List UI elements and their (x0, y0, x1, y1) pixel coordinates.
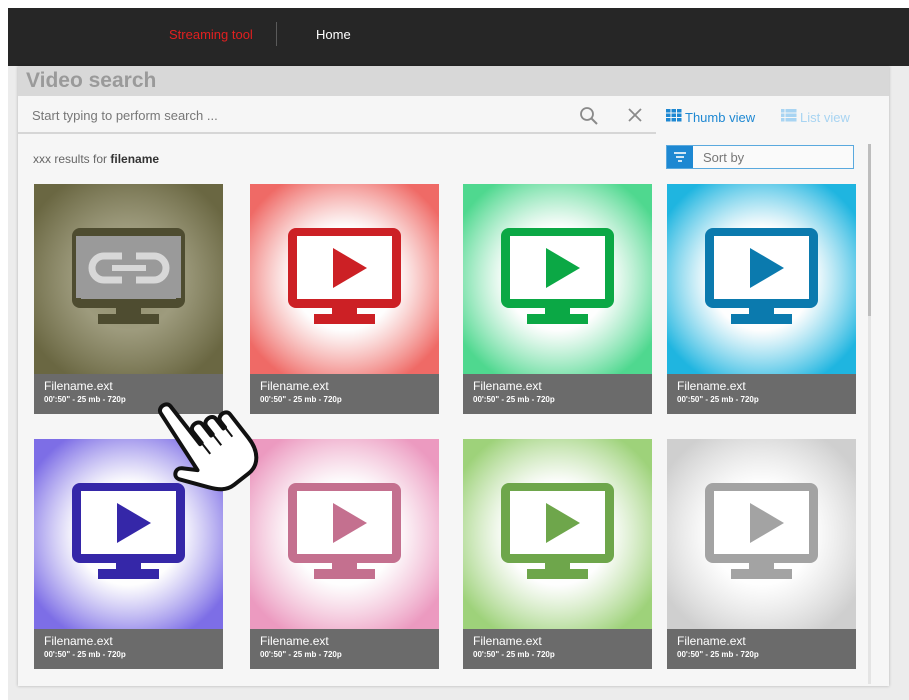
video-thumbnail (34, 439, 223, 629)
video-caption: Filename.ext 00':50" - 25 mb - 720p (667, 629, 856, 669)
thumb-view-toggle[interactable]: Thumb view (666, 109, 755, 125)
video-caption: Filename.ext 00':50" - 25 mb - 720p (463, 629, 652, 669)
list-view-toggle[interactable]: List view (781, 109, 850, 125)
vertical-scrollbar[interactable] (868, 144, 871, 684)
video-tile[interactable]: Filename.ext 00':50" - 25 mb - 720p (667, 439, 856, 669)
video-caption: Filename.ext 00':50" - 25 mb - 720p (463, 374, 652, 414)
video-caption: Filename.ext 00':50" - 25 mb - 720p (34, 374, 223, 414)
video-tile[interactable]: Filename.ext 00':50" - 25 mb - 720p (463, 184, 652, 414)
nav-home-link[interactable]: Home (316, 27, 351, 42)
video-thumbnail (250, 184, 439, 374)
magnifier-icon[interactable] (579, 106, 599, 126)
nav-divider (276, 22, 277, 46)
link-icon (34, 184, 223, 374)
play-icon (463, 184, 652, 374)
video-filename: Filename.ext (677, 379, 746, 393)
video-thumbnail (463, 184, 652, 374)
video-caption: Filename.ext 00':50" - 25 mb - 720p (34, 629, 223, 669)
play-icon (34, 439, 223, 629)
video-caption: Filename.ext 00':50" - 25 mb - 720p (250, 374, 439, 414)
video-filename: Filename.ext (260, 634, 329, 648)
video-thumbnail (463, 439, 652, 629)
video-filename: Filename.ext (677, 634, 746, 648)
thumb-view-label: Thumb view (685, 109, 756, 125)
sort-label: Sort by (703, 150, 745, 165)
list-view-label: List view (800, 109, 850, 125)
video-thumbnail (34, 184, 223, 374)
video-tile[interactable]: Filename.ext 00':50" - 25 mb - 720p (463, 439, 652, 669)
close-icon[interactable] (626, 106, 644, 124)
video-caption: Filename.ext 00':50" - 25 mb - 720p (250, 629, 439, 669)
video-meta: 00':50" - 25 mb - 720p (473, 395, 555, 404)
video-meta: 00':50" - 25 mb - 720p (44, 395, 126, 404)
video-filename: Filename.ext (473, 634, 542, 648)
filter-icon (667, 146, 693, 168)
results-count: xxx results for (33, 152, 108, 166)
video-tile[interactable]: Filename.ext 00':50" - 25 mb - 720p (34, 439, 223, 669)
video-filename: Filename.ext (44, 379, 113, 393)
play-icon (250, 184, 439, 374)
video-filename: Filename.ext (473, 379, 542, 393)
video-tile[interactable]: Filename.ext 00':50" - 25 mb - 720p (34, 184, 223, 414)
results-summary: xxx results for filename (33, 152, 159, 166)
grid-icon (666, 109, 682, 125)
video-meta: 00':50" - 25 mb - 720p (44, 650, 126, 659)
video-tile[interactable]: Filename.ext 00':50" - 25 mb - 720p (667, 184, 856, 414)
video-caption: Filename.ext 00':50" - 25 mb - 720p (667, 374, 856, 414)
play-icon (463, 439, 652, 629)
video-tile[interactable]: Filename.ext 00':50" - 25 mb - 720p (250, 439, 439, 669)
video-filename: Filename.ext (44, 634, 113, 648)
app-window: Streaming tool Home Video search Thumb v… (8, 8, 909, 700)
video-meta: 00':50" - 25 mb - 720p (473, 650, 555, 659)
video-tile[interactable]: Filename.ext 00':50" - 25 mb - 720p (250, 184, 439, 414)
play-icon (667, 184, 856, 374)
list-icon (781, 109, 797, 125)
video-meta: 00':50" - 25 mb - 720p (677, 395, 759, 404)
search-input[interactable] (32, 105, 552, 125)
play-icon (250, 439, 439, 629)
search-bar (18, 96, 656, 134)
video-thumbnail (667, 184, 856, 374)
video-meta: 00':50" - 25 mb - 720p (677, 650, 759, 659)
video-thumbnail (250, 439, 439, 629)
video-filename: Filename.ext (260, 379, 329, 393)
video-thumbnail (667, 439, 856, 629)
panel-header: Video search (18, 66, 889, 96)
scrollbar-thumb[interactable] (868, 144, 871, 316)
brand-link[interactable]: Streaming tool (169, 27, 253, 42)
video-meta: 00':50" - 25 mb - 720p (260, 650, 342, 659)
play-icon (667, 439, 856, 629)
top-navigation-bar: Streaming tool Home (8, 8, 909, 66)
panel-title: Video search (26, 69, 157, 92)
results-query: filename (110, 152, 160, 166)
sort-dropdown[interactable]: Sort by (666, 145, 854, 169)
video-meta: 00':50" - 25 mb - 720p (260, 395, 342, 404)
